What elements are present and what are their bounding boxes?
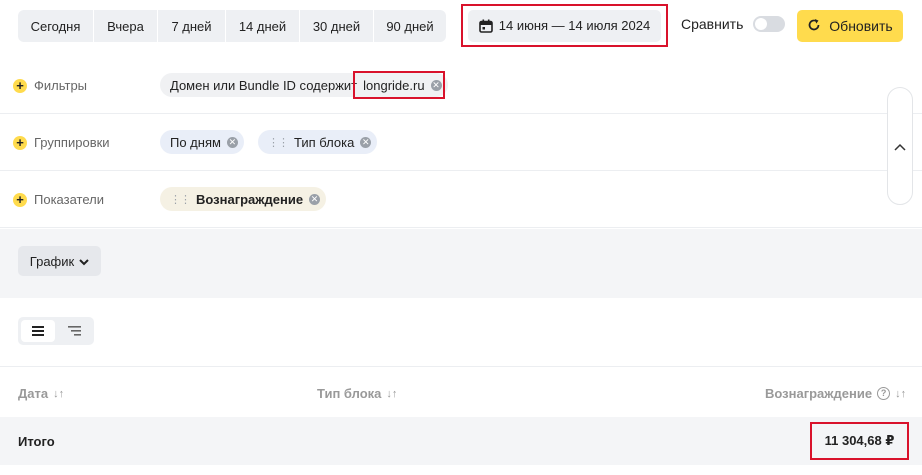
- metric-chip-label: Вознаграждение: [196, 191, 304, 207]
- metrics-label: Показатели: [34, 192, 104, 207]
- refresh-label: Обновить: [829, 18, 893, 34]
- filters-row: + Фильтры Домен или Bundle ID содержит l…: [0, 57, 922, 114]
- list-icon: [32, 324, 44, 339]
- chevron-down-icon: [79, 254, 89, 269]
- tree-view-button[interactable]: [57, 320, 91, 342]
- period-yesterday-button[interactable]: Вчера: [94, 10, 158, 42]
- grouping-chip-block-type[interactable]: ⋮⋮ Тип блока ✕: [258, 130, 378, 154]
- add-metric-control[interactable]: + Показатели: [13, 192, 104, 207]
- filter-chip[interactable]: Домен или Bundle ID содержит longride.ru…: [160, 73, 448, 97]
- top-toolbar: Сегодня Вчера 7 дней 14 дней 30 дней 90 …: [0, 0, 922, 52]
- date-range-label: 14 июня — 14 июля 2024: [498, 18, 651, 33]
- plus-icon[interactable]: +: [13, 192, 27, 207]
- column-header-block-type[interactable]: Тип блока ↓↑: [317, 386, 397, 401]
- period-7-days-button[interactable]: 7 дней: [158, 10, 226, 42]
- groupings-row: + Группировки По дням ✕ ⋮⋮ Тип блока ✕: [0, 114, 922, 171]
- grouping-chip-label: Тип блока: [294, 134, 355, 150]
- table-header: Дата ↓↑ Тип блока ↓↑ Вознаграждение ? ↓↑: [0, 366, 922, 416]
- refresh-icon: [807, 18, 821, 35]
- tree-list-icon: [67, 324, 81, 339]
- chart-button-label: График: [29, 253, 75, 269]
- metrics-row: + Показатели ⋮⋮ Вознаграждение ✕: [0, 171, 922, 228]
- plus-icon[interactable]: +: [13, 135, 27, 150]
- compare-control: Сравнить: [681, 16, 786, 32]
- grouping-chip-by-days[interactable]: По дням ✕: [160, 130, 244, 154]
- compare-toggle[interactable]: [753, 16, 786, 32]
- drag-handle-icon[interactable]: ⋮⋮: [170, 193, 191, 206]
- collapse-panel-button[interactable]: [887, 87, 913, 205]
- chevron-up-icon: [894, 139, 906, 154]
- period-today-button[interactable]: Сегодня: [18, 10, 94, 42]
- total-label: Итого: [18, 434, 55, 449]
- total-reward-value: 11 304,68 ₽: [824, 433, 895, 448]
- remove-filter-icon[interactable]: ✕: [430, 79, 442, 91]
- column-header-label: Вознаграждение: [765, 386, 873, 401]
- add-filter-control[interactable]: + Фильтры: [13, 78, 87, 93]
- period-selector: Сегодня Вчера 7 дней 14 дней 30 дней 90 …: [18, 10, 446, 42]
- remove-grouping-icon[interactable]: ✕: [226, 136, 238, 148]
- add-grouping-control[interactable]: + Группировки: [13, 135, 110, 150]
- groupings-label: Группировки: [34, 135, 110, 150]
- flat-list-view-button[interactable]: [21, 320, 55, 342]
- grouping-chip-label: По дням: [170, 134, 221, 150]
- period-90-days-button[interactable]: 90 дней: [374, 10, 446, 42]
- total-value-highlight: 11 304,68 ₽: [810, 422, 909, 460]
- date-range-highlight: 14 июня — 14 июля 2024: [461, 4, 668, 47]
- help-icon[interactable]: ?: [877, 387, 891, 400]
- column-header-label: Дата: [18, 386, 49, 401]
- metric-chip-reward[interactable]: ⋮⋮ Вознаграждение ✕: [160, 187, 327, 211]
- filters-label: Фильтры: [34, 78, 88, 93]
- table-view-toggle: [18, 317, 94, 345]
- filter-chip-text: Домен или Bundle ID содержит: [170, 77, 358, 93]
- calendar-icon: [478, 19, 493, 33]
- sort-icon[interactable]: ↓↑: [895, 388, 906, 400]
- chart-dropdown-button[interactable]: График: [18, 246, 101, 276]
- remove-metric-icon[interactable]: ✕: [309, 193, 321, 205]
- period-14-days-button[interactable]: 14 дней: [226, 10, 300, 42]
- chart-area: График: [0, 229, 922, 298]
- compare-label: Сравнить: [681, 16, 744, 32]
- sort-icon[interactable]: ↓↑: [386, 388, 397, 400]
- refresh-button[interactable]: Обновить: [797, 10, 903, 42]
- total-row: Итого 11 304,68 ₽: [0, 417, 922, 465]
- sort-icon[interactable]: ↓↑: [53, 388, 64, 400]
- column-header-date[interactable]: Дата ↓↑: [18, 386, 64, 401]
- column-header-reward[interactable]: Вознаграждение ? ↓↑: [765, 386, 906, 401]
- date-range-picker[interactable]: 14 июня — 14 июля 2024: [468, 9, 661, 42]
- column-header-label: Тип блока: [317, 386, 382, 401]
- drag-handle-icon[interactable]: ⋮⋮: [268, 136, 289, 149]
- period-30-days-button[interactable]: 30 дней: [300, 10, 374, 42]
- plus-icon[interactable]: +: [13, 78, 27, 93]
- remove-grouping-icon[interactable]: ✕: [360, 136, 372, 148]
- filter-chip-value: longride.ru: [363, 77, 425, 93]
